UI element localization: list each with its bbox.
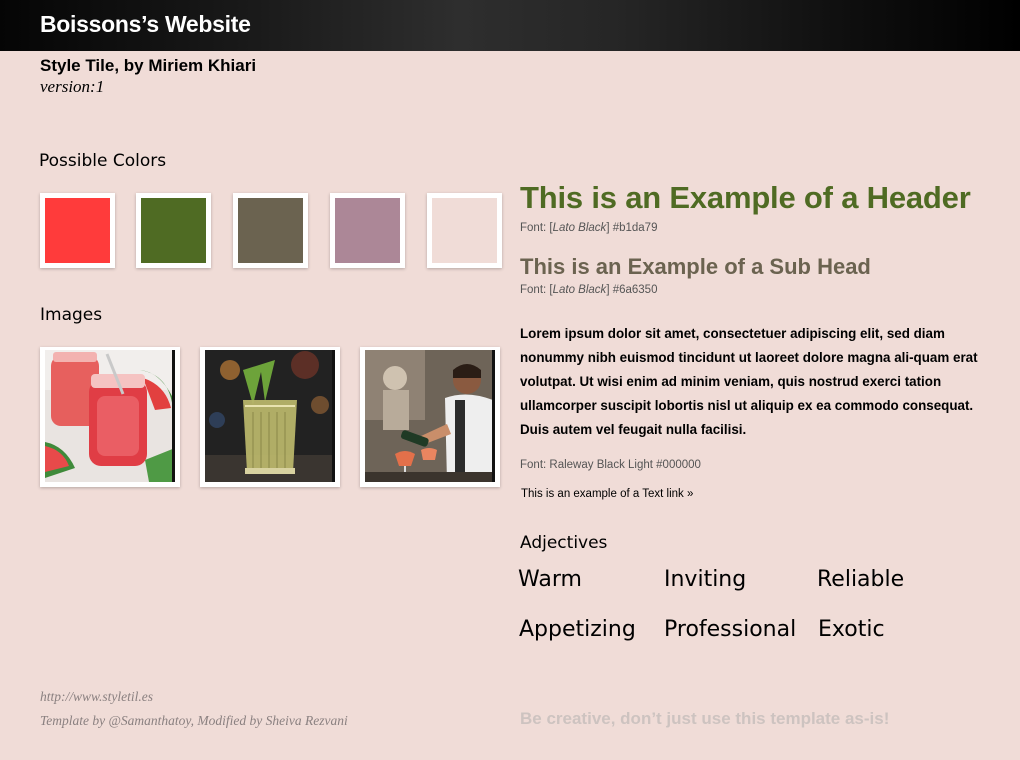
- swatch-fill: [238, 198, 303, 263]
- adjective-professional: Professional: [664, 617, 797, 642]
- color-swatch-red: [40, 193, 115, 268]
- header-font-note: Font: [Lato Black] #b1da79: [520, 222, 657, 234]
- style-tile-author: Style Tile, by Miriem Khiari: [40, 56, 257, 75]
- watermelon-juice-image: [45, 350, 175, 482]
- version-label: version:1: [40, 77, 105, 96]
- example-text-link[interactable]: This is an example of a Text link »: [521, 488, 693, 500]
- example-subhead: This is an Example of a Sub Head: [520, 254, 871, 279]
- top-bar: Boissons’s Website: [0, 0, 1020, 51]
- bartender-image: [365, 350, 495, 482]
- font-note-suffix: ] #6a6350: [606, 284, 658, 296]
- adjective-warm: Warm: [518, 567, 582, 592]
- adjective-appetizing: Appetizing: [519, 617, 636, 642]
- swatch-fill: [335, 198, 400, 263]
- image-bartender: [360, 347, 500, 487]
- font-note-prefix: Font: [: [520, 284, 553, 296]
- footer-url: http://www.styletil.es: [40, 689, 153, 704]
- adjective-reliable: Reliable: [817, 567, 905, 592]
- image-cocktail: [200, 347, 340, 487]
- example-header: This is an Example of a Header: [520, 180, 971, 215]
- images-heading: Images: [40, 305, 103, 325]
- swatch-fill: [45, 198, 110, 263]
- body-copy-sample: Lorem ipsum dolor sit amet, consectetuer…: [520, 326, 978, 437]
- adjectives-heading: Adjectives: [520, 533, 608, 553]
- font-note-suffix: ] #b1da79: [606, 222, 658, 234]
- color-swatch-mauve: [330, 193, 405, 268]
- cocktail-image: [205, 350, 335, 482]
- site-title: Boissons’s Website: [40, 11, 251, 37]
- adjective-exotic: Exotic: [818, 617, 885, 642]
- color-swatch-taupe: [233, 193, 308, 268]
- swatch-fill: [432, 198, 497, 263]
- footer-tagline: Be creative, don’t just use this templat…: [520, 709, 890, 728]
- color-swatch-green: [136, 193, 211, 268]
- swatch-fill: [141, 198, 206, 263]
- subhead-font-note: Font: [Lato Black] #6a6350: [520, 284, 657, 296]
- body-font-note: Font: Raleway Black Light #000000: [520, 459, 701, 471]
- color-swatch-blush: [427, 193, 502, 268]
- font-note-name: Lato Black: [552, 222, 607, 234]
- font-note-prefix: Font: [: [520, 222, 553, 234]
- footer-credit: Template by @Samanthatoy, Modified by Sh…: [40, 713, 348, 728]
- adjective-inviting: Inviting: [664, 567, 747, 592]
- font-note-name: Lato Black: [552, 284, 607, 296]
- colors-heading: Possible Colors: [39, 151, 167, 171]
- image-watermelon-juice: [40, 347, 180, 487]
